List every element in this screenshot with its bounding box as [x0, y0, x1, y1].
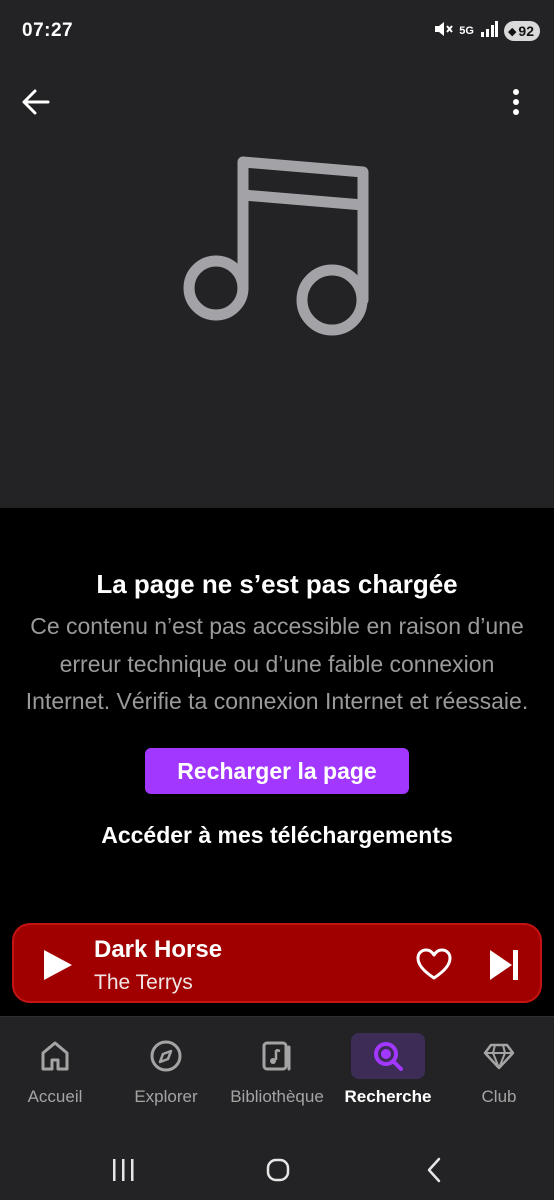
nav-item-recherche[interactable]: Recherche: [333, 1017, 443, 1117]
nav-item-club[interactable]: Club: [444, 1017, 554, 1117]
status-time: 07:27: [22, 20, 74, 41]
nav-label: Explorer: [134, 1087, 198, 1106]
status-bar: 07:27 5G ◆ 92: [0, 0, 554, 62]
search-icon: [374, 1042, 403, 1071]
recent-apps-button[interactable]: [101, 1148, 145, 1192]
mute-icon: [433, 20, 454, 43]
skip-next-icon: [490, 950, 518, 980]
battery-level: 92: [518, 23, 534, 39]
arrow-left-icon: [22, 89, 50, 115]
play-button[interactable]: [36, 945, 76, 985]
downloads-link[interactable]: Accéder à mes téléchargements: [0, 822, 554, 849]
reload-page-button[interactable]: Recharger la page: [145, 748, 409, 794]
home-circle-icon: [266, 1158, 290, 1182]
nav-label: Bibliothèque: [230, 1087, 324, 1106]
track-title: Dark Horse: [94, 936, 223, 963]
signal-icon: [480, 20, 498, 42]
more-vertical-icon: [513, 89, 519, 115]
status-icons: 5G ◆ 92: [433, 19, 540, 43]
more-options-button[interactable]: [506, 80, 526, 124]
back-button[interactable]: [14, 80, 58, 124]
system-navigation-bar: [0, 1126, 554, 1200]
diamond-icon: [483, 1043, 515, 1070]
bottom-navigation: Accueil Explorer Bibliothèque Recherche …: [0, 1016, 554, 1126]
nav-item-explorer[interactable]: Explorer: [111, 1017, 221, 1117]
play-icon: [44, 950, 72, 980]
nav-label: Club: [481, 1087, 517, 1106]
track-artist: The Terrys: [94, 971, 193, 994]
home-icon: [41, 1041, 69, 1071]
nav-label: Accueil: [27, 1087, 83, 1106]
nav-item-accueil[interactable]: Accueil: [0, 1017, 110, 1117]
chevron-left-icon: [427, 1157, 441, 1183]
compass-icon: [150, 1040, 182, 1072]
error-title: La page ne s’est pas chargée: [96, 569, 458, 599]
skip-next-button[interactable]: [484, 943, 524, 987]
system-back-button[interactable]: [412, 1148, 456, 1192]
error-description: Ce contenu n’est pas accessible en raiso…: [25, 613, 529, 714]
home-button[interactable]: [256, 1148, 300, 1192]
network-label: 5G: [459, 24, 474, 37]
library-icon: [262, 1041, 291, 1071]
mini-player[interactable]: Dark Horse The Terrys: [12, 923, 542, 1003]
battery-saver-icon: ◆: [507, 25, 517, 38]
music-note-icon: [183, 156, 369, 336]
recent-apps-icon: [113, 1159, 134, 1181]
nav-item-bibliotheque[interactable]: Bibliothèque: [222, 1017, 332, 1117]
hero-artwork-area: [0, 62, 554, 508]
like-button[interactable]: [414, 945, 454, 985]
heart-icon: [416, 948, 452, 980]
error-message: La page ne s’est pas chargée Ce contenu …: [0, 566, 554, 721]
battery-indicator: ◆ 92: [503, 21, 540, 41]
nav-label: Recherche: [344, 1087, 432, 1106]
